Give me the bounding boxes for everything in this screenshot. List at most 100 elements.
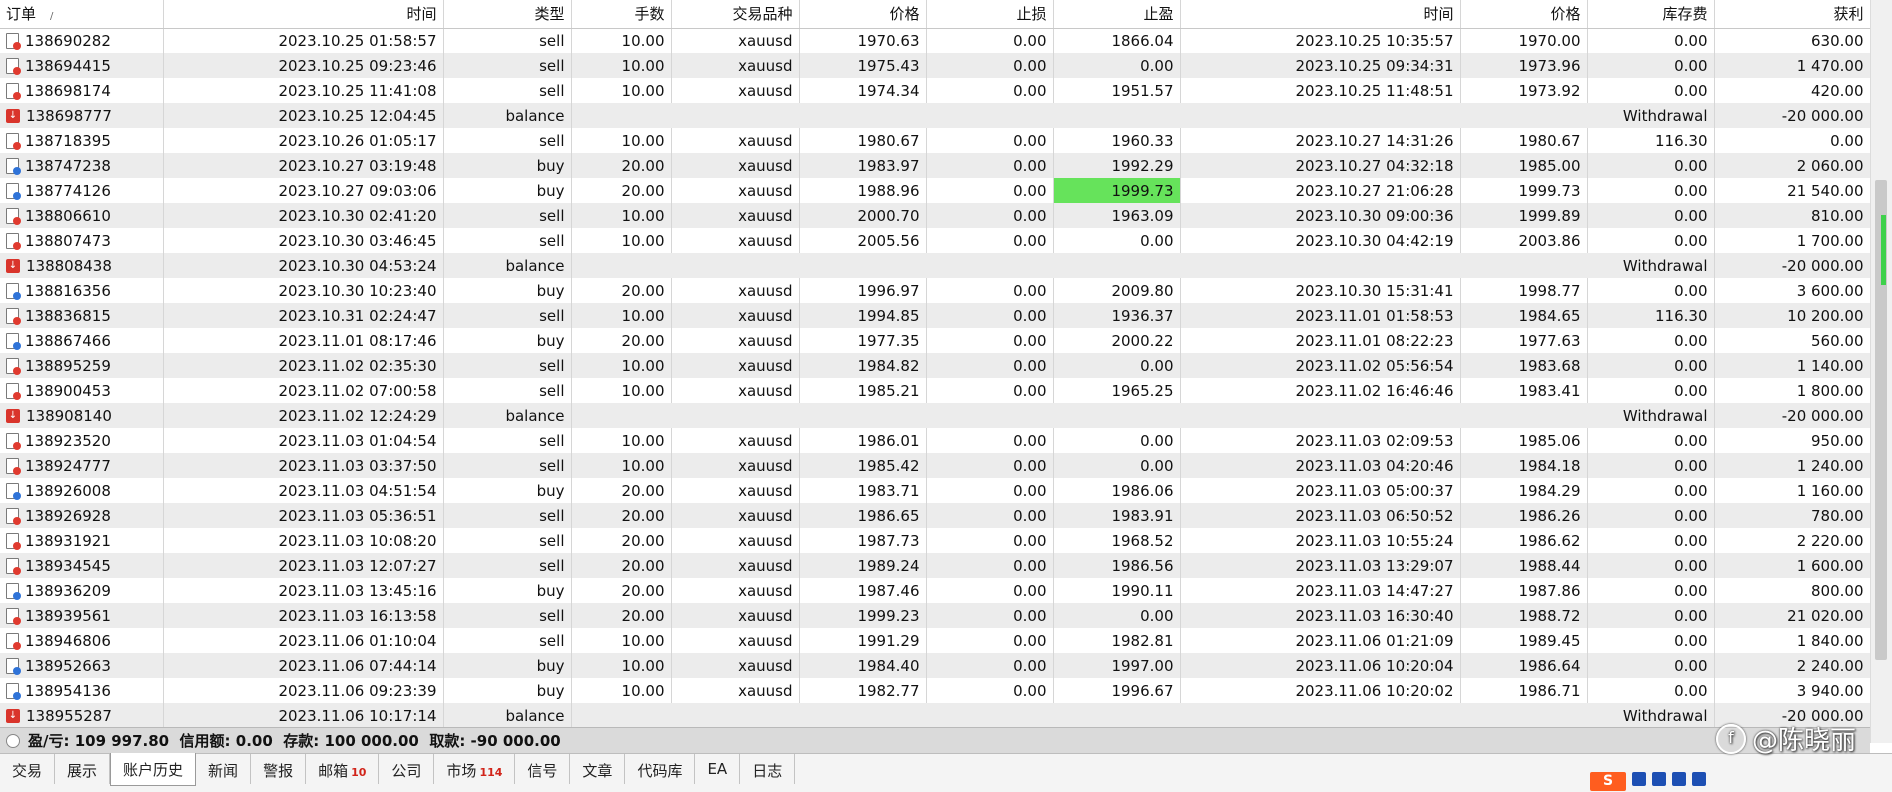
tab-label: 日志 — [752, 762, 783, 780]
cell-open-time: 2023.11.06 07:44:14 — [163, 653, 444, 678]
col-header-order[interactable]: 订单 / — [0, 0, 164, 29]
cell-close-time: 2023.11.03 05:00:37 — [1180, 478, 1461, 503]
cell-open-time: 2023.10.30 10:23:40 — [163, 278, 444, 303]
table-row[interactable]: 138934545 2023.11.03 12:07:27 sell 20.00 xau… — [0, 553, 1870, 578]
cell-take-profit: 2009.80 — [1053, 278, 1181, 303]
cell-type: sell — [443, 453, 572, 478]
table-row[interactable]: 138718395 2023.10.26 01:05:17 sell 10.00 xau… — [0, 128, 1870, 153]
col-header-open-price[interactable]: 价格 — [799, 0, 927, 29]
tab-12[interactable]: EA — [695, 754, 741, 784]
table-row[interactable]: 138946806 2023.11.06 01:10:04 sell 10.00 xau… — [0, 628, 1870, 653]
table-row[interactable]: ↓ 138698777 2023.10.25 12:04:45 balance With… — [0, 103, 1870, 128]
col-header-lots[interactable]: 手数 — [571, 0, 672, 29]
tray-icon[interactable] — [1652, 772, 1666, 786]
cell-take-profit: 1968.52 — [1053, 528, 1181, 553]
table-row[interactable]: 138931921 2023.11.03 10:08:20 sell 20.00 xau… — [0, 528, 1870, 553]
table-row[interactable]: 138806610 2023.10.30 02:41:20 sell 10.00 xau… — [0, 203, 1870, 228]
table-row[interactable]: 138816356 2023.10.30 10:23:40 buy 20.00 xauu… — [0, 278, 1870, 303]
cell-open-price: 1991.29 — [799, 628, 927, 653]
table-row[interactable]: 138694415 2023.10.25 09:23:46 sell 10.00 xau… — [0, 53, 1870, 78]
table-row[interactable]: 138926928 2023.11.03 05:36:51 sell 20.00 xau… — [0, 503, 1870, 528]
tray-icon[interactable] — [1692, 772, 1706, 786]
col-header-profit[interactable]: 获利 — [1714, 0, 1870, 29]
cell-profit: 1 600.00 — [1714, 553, 1870, 578]
table-row[interactable]: 138867466 2023.11.01 08:17:46 buy 20.00 xauu… — [0, 328, 1870, 353]
col-header-type[interactable]: 类型 — [443, 0, 572, 29]
tab-13[interactable]: 日志 — [740, 754, 796, 784]
tab-3[interactable]: 账户历史 — [110, 753, 197, 786]
col-header-close-price[interactable]: 价格 — [1460, 0, 1588, 29]
col-header-swap[interactable]: 库存费 — [1587, 0, 1715, 29]
table-row[interactable]: 138936209 2023.11.03 13:45:16 buy 20.00 xauu… — [0, 578, 1870, 603]
account-history-grid: 订单 / 时间 类型 手数 交易品种 价格 止损 止盈 时间 价格 库存费 获利 … — [0, 0, 1870, 727]
tab-5[interactable]: 警报 — [251, 754, 307, 784]
tray-icon[interactable] — [1632, 772, 1646, 786]
table-row[interactable]: ↓ 138955287 2023.11.06 10:17:14 balance With… — [0, 703, 1870, 727]
tab-2[interactable]: 展示 — [55, 754, 111, 784]
table-row[interactable]: 138895259 2023.11.02 02:35:30 sell 10.00 xau… — [0, 353, 1870, 378]
table-row[interactable]: 138924777 2023.11.03 03:37:50 sell 10.00 xau… — [0, 453, 1870, 478]
tab-7[interactable]: 公司 — [379, 754, 435, 784]
cell-stop-loss: 0.00 — [926, 353, 1054, 378]
table-row[interactable]: 138698174 2023.10.25 11:41:08 sell 10.00 xau… — [0, 78, 1870, 103]
tray-icon[interactable] — [1672, 772, 1686, 786]
cell-take-profit: 0.00 — [1053, 228, 1181, 253]
col-header-stop-loss[interactable]: 止损 — [926, 0, 1054, 29]
cell-symbol: xauusd — [671, 453, 800, 478]
cell-take-profit: 1999.73 — [1053, 178, 1181, 203]
table-row[interactable]: 138900453 2023.11.02 07:00:58 sell 10.00 xau… — [0, 378, 1870, 403]
sell-order-icon — [6, 82, 21, 100]
sogou-input-icon[interactable]: S — [1590, 772, 1626, 791]
table-row[interactable]: ↓ 138808438 2023.10.30 04:53:24 balance With… — [0, 253, 1870, 278]
cell-order: 138895259 — [0, 353, 164, 378]
cell-symbol: xauusd — [671, 503, 800, 528]
vertical-scrollbar[interactable] — [1870, 0, 1892, 743]
tab-label: 展示 — [67, 762, 98, 780]
tab-label: 新闻 — [208, 762, 239, 780]
cell-open-time: 2023.11.06 01:10:04 — [163, 628, 444, 653]
cell-open-time: 2023.10.25 09:23:46 — [163, 53, 444, 78]
col-header-close-time[interactable]: 时间 — [1180, 0, 1461, 29]
table-row[interactable]: 138923520 2023.11.03 01:04:54 sell 10.00 xau… — [0, 428, 1870, 453]
tab-9[interactable]: 信号 — [515, 754, 571, 784]
cell-symbol: xauusd — [671, 53, 800, 78]
table-row[interactable]: 138952663 2023.11.06 07:44:14 buy 10.00 xauu… — [0, 653, 1870, 678]
table-row[interactable]: 138954136 2023.11.06 09:23:39 buy 10.00 xauu… — [0, 678, 1870, 703]
col-header-open-time[interactable]: 时间 — [163, 0, 444, 29]
cell-take-profit: 1986.56 — [1053, 553, 1181, 578]
cell-swap: 0.00 — [1587, 603, 1715, 628]
cell-type: buy — [443, 678, 572, 703]
cell-close-price: 2003.86 — [1460, 228, 1588, 253]
table-row[interactable]: 138939561 2023.11.03 16:13:58 sell 20.00 xau… — [0, 603, 1870, 628]
cell-type: sell — [443, 28, 572, 53]
cell-order: 138698174 — [0, 78, 164, 103]
cell-symbol: xauusd — [671, 578, 800, 603]
tab-1[interactable]: 交易 — [0, 754, 56, 784]
cell-close-price: 1983.41 — [1460, 378, 1588, 403]
cell-profit: 1 800.00 — [1714, 378, 1870, 403]
cell-lots: 10.00 — [571, 628, 672, 653]
cell-swap: 0.00 — [1587, 678, 1715, 703]
col-header-take-profit[interactable]: 止盈 — [1053, 0, 1181, 29]
cell-take-profit: 1866.04 — [1053, 28, 1181, 53]
table-row[interactable]: 138747238 2023.10.27 03:19:48 buy 20.00 xauu… — [0, 153, 1870, 178]
tab-4[interactable]: 新闻 — [196, 754, 252, 784]
table-row[interactable]: 138807473 2023.10.30 03:46:45 sell 10.00 xau… — [0, 228, 1870, 253]
tab-label: 公司 — [391, 762, 422, 780]
table-row[interactable]: 138774126 2023.10.27 09:03:06 buy 20.00 xauu… — [0, 178, 1870, 203]
table-row[interactable]: 138926008 2023.11.03 04:51:54 buy 20.00 xauu… — [0, 478, 1870, 503]
cell-stop-loss: 0.00 — [926, 578, 1054, 603]
tab-8[interactable]: 市场 114 — [434, 754, 516, 784]
cell-profit: 2 220.00 — [1714, 528, 1870, 553]
tab-11[interactable]: 代码库 — [625, 754, 696, 784]
tab-10[interactable]: 文章 — [570, 754, 626, 784]
table-row[interactable]: 138690282 2023.10.25 01:58:57 sell 10.00 xau… — [0, 28, 1870, 53]
cell-stop-loss: 0.00 — [926, 153, 1054, 178]
sell-order-icon — [6, 32, 21, 50]
table-row[interactable]: ↓ 138908140 2023.11.02 12:24:29 balance With… — [0, 403, 1870, 428]
cell-open-time: 2023.10.27 03:19:48 — [163, 153, 444, 178]
col-header-symbol[interactable]: 交易品种 — [671, 0, 800, 29]
tab-6[interactable]: 邮箱 10 — [306, 754, 380, 784]
table-row[interactable]: 138836815 2023.10.31 02:24:47 sell 10.00 xau… — [0, 303, 1870, 328]
cell-lots: 20.00 — [571, 178, 672, 203]
